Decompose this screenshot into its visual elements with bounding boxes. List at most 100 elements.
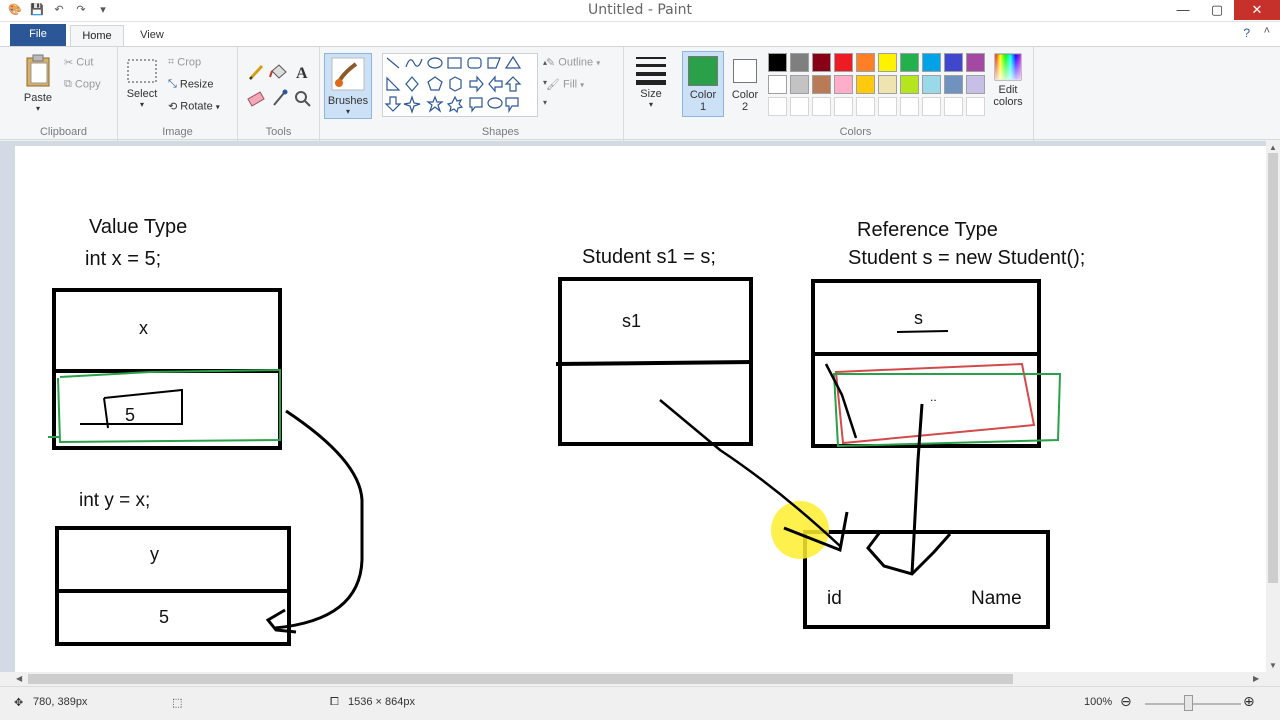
palette-swatch[interactable] [900,53,919,72]
scroll-right-icon[interactable]: ▶ [1253,672,1259,686]
horizontal-scrollbar[interactable]: ◀ ▶ [0,672,1266,686]
image-group: Select ▾ ⌗ Crop ⤡ Resize ⟲ Rotate ▾ Imag… [118,47,238,141]
scroll-up-icon[interactable]: ▲ [1266,143,1280,152]
custom-color-slot[interactable] [922,97,941,116]
select-dropdown-icon[interactable]: ▾ [124,100,160,109]
resize-button[interactable]: ⤡ Resize [168,78,214,91]
horizontal-scroll-thumb[interactable] [28,674,1013,684]
pencil-icon[interactable] [248,64,264,81]
custom-color-slot[interactable] [856,97,875,116]
palette-swatch[interactable] [922,75,941,94]
canvas-size: 1536 × 864px [348,696,415,708]
palette-swatch[interactable] [856,75,875,94]
outline-button[interactable]: ✎ Outline ▾ [546,56,600,69]
scroll-down-icon[interactable]: ▼ [1266,661,1280,670]
color-picker-icon[interactable] [273,89,288,106]
ribbon: Paste ▾ ✂ Cut ⧉ Copy Clipboard Select ▾ … [0,46,1280,141]
custom-color-slot[interactable] [790,97,809,116]
rotate-dropdown-icon[interactable]: ▾ [216,102,220,111]
custom-color-slot[interactable] [834,97,853,116]
line-size-icon [636,57,666,85]
text-tool-icon[interactable]: A [296,65,308,82]
fill-bucket-icon[interactable] [269,64,287,79]
palette-swatch[interactable] [966,75,985,94]
palette-swatch[interactable] [812,75,831,94]
palette-swatch[interactable] [878,53,897,72]
rotate-button[interactable]: ⟲ Rotate ▾ [168,100,220,113]
magnifier-icon[interactable] [295,91,311,107]
zoom-slider-thumb[interactable] [1184,695,1193,711]
size-dropdown-icon[interactable]: ▾ [632,100,670,109]
minimize-ribbon-icon[interactable]: ˄ [1264,25,1270,37]
select-rectangle-icon [127,59,157,83]
custom-color-slot[interactable] [768,97,787,116]
copy-button[interactable]: ⧉ Copy [64,78,101,91]
green-highlight-x [48,368,281,444]
s-dots: .. [930,390,937,404]
s-underline [896,330,949,333]
custom-color-slot[interactable] [878,97,897,116]
palette-swatch[interactable] [922,53,941,72]
brushes-button[interactable]: Brushes ▾ [324,53,372,119]
y-label: y [150,544,159,564]
shapes-gallery[interactable] [382,53,538,117]
status-bar: ✥ 780, 389px ⬚ ⧠ 1536 × 864px 100% ⊖ ⊕ [0,686,1280,720]
color2-button[interactable]: Color 2 [728,51,762,117]
size-label: Size [640,88,662,100]
eraser-icon[interactable] [247,91,265,107]
custom-color-slot[interactable] [812,97,831,116]
scissors-icon: ✂ [64,57,74,69]
scroll-left-icon[interactable]: ◀ [16,672,22,686]
color-wheel-icon [994,53,1022,81]
zoom-in-icon[interactable]: ⊕ [1243,693,1255,710]
y-value: 5 [159,607,169,627]
palette-swatch[interactable] [856,53,875,72]
cursor-position: 780, 389px [33,696,88,708]
reference-type-title: Reference Type [857,219,998,241]
palette-swatch[interactable] [900,75,919,94]
palette-swatch[interactable] [812,53,831,72]
select-button[interactable]: Select ▾ [124,57,160,109]
paste-button[interactable]: Paste ▾ [18,53,58,113]
ribbon-tabs: File Home View ˄ ? [0,22,1280,46]
palette-swatch[interactable] [768,53,787,72]
vertical-scroll-thumb[interactable] [1268,153,1278,583]
zoom-slider-track[interactable] [1145,703,1241,705]
palette-swatch[interactable] [790,75,809,94]
custom-color-slot[interactable] [966,97,985,116]
window-title: Untitled - Paint [588,2,692,18]
tab-view[interactable]: View [128,25,176,46]
edit-colors-button[interactable]: Edit colors [988,53,1028,108]
drawing-canvas[interactable]: Value Type int x = 5; x 5 int y = x; y 5… [15,146,1266,672]
move-cursor-icon: ✥ [14,697,24,709]
cut-button[interactable]: ✂ Cut [64,56,93,69]
close-button[interactable]: ✕ [1234,0,1280,20]
tools-group-label: Tools [265,126,292,138]
crop-button[interactable]: ⌗ Crop [168,56,201,69]
palette-swatch[interactable] [944,75,963,94]
palette-swatch[interactable] [878,75,897,94]
palette-swatch[interactable] [944,53,963,72]
tab-file[interactable]: File [10,24,66,46]
tab-home[interactable]: Home [70,25,124,46]
size-button[interactable]: Size ▾ [632,55,670,109]
palette-swatch[interactable] [790,53,809,72]
help-icon[interactable]: ? [1243,26,1250,40]
custom-color-slot[interactable] [944,97,963,116]
palette-swatch[interactable] [768,75,787,94]
fill-button[interactable]: 🖌 Fill ▾ [546,78,584,91]
minimize-button[interactable]: — [1166,0,1200,20]
name-label: Name [971,588,1022,609]
zoom-out-icon[interactable]: ⊖ [1120,693,1132,710]
color1-button[interactable]: Color 1 [682,51,724,117]
custom-color-slot[interactable] [900,97,919,116]
paste-dropdown-icon[interactable]: ▾ [18,104,58,113]
vertical-scrollbar[interactable]: ▲ ▼ [1266,141,1280,672]
brushes-dropdown-icon[interactable]: ▾ [325,107,371,116]
palette-swatch[interactable] [966,53,985,72]
palette-swatch[interactable] [834,53,853,72]
shapes-group-label: Shapes [481,126,520,138]
palette-swatch[interactable] [834,75,853,94]
id-label: id [827,588,842,609]
maximize-button[interactable]: ▢ [1200,0,1234,20]
